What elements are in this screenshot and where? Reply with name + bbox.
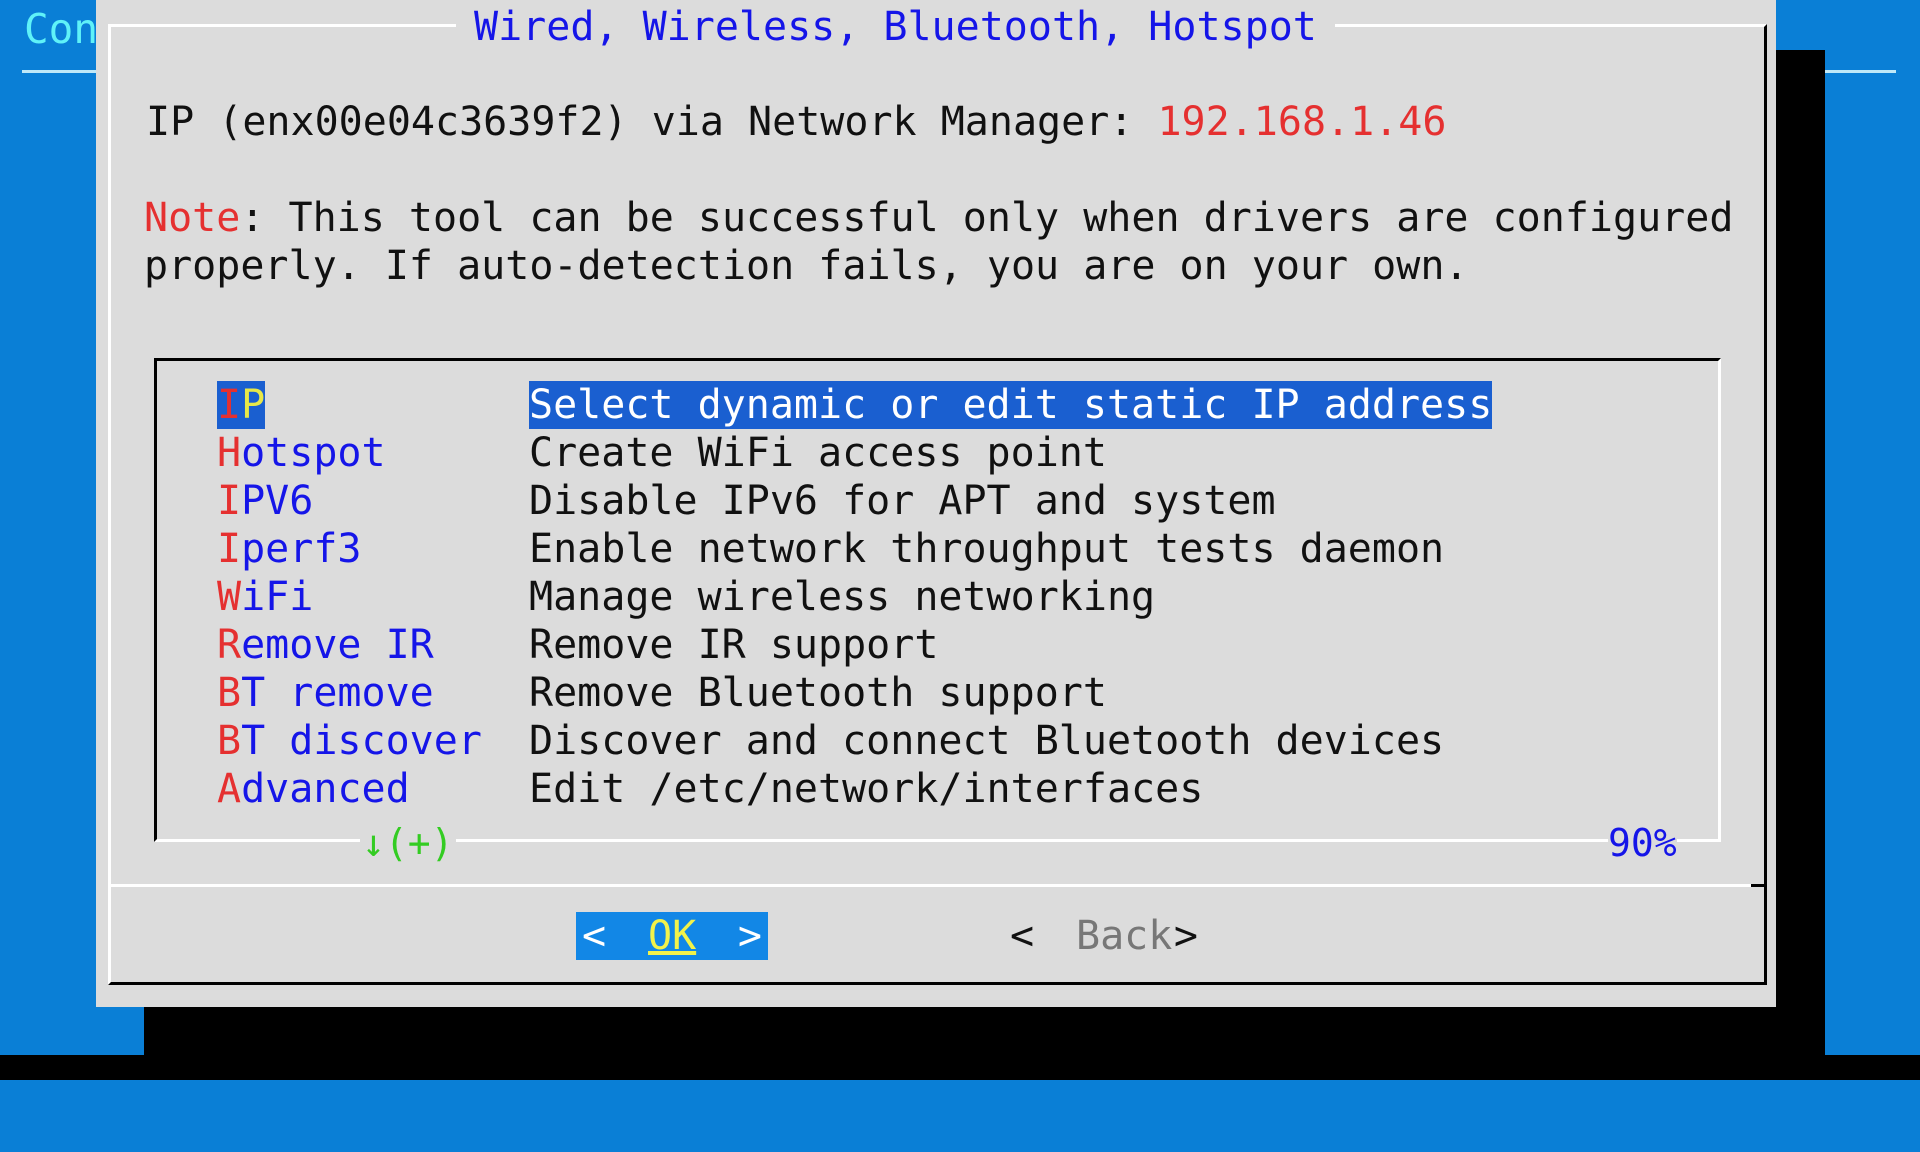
ok-button-label: OK xyxy=(648,913,697,959)
menu-item-description: Remove IR support xyxy=(529,622,939,668)
menu-item-tag: WiFi xyxy=(217,574,314,620)
menu-item-ip[interactable]: IP Select dynamic or edit static IP addr… xyxy=(157,381,1657,429)
menu-item-description: Edit /etc/network/interfaces xyxy=(529,766,1204,812)
note-label: Note xyxy=(144,195,241,241)
menu-item-description: Manage wireless networking xyxy=(529,574,1156,620)
menu-item-hotspot[interactable]: Hotspot Create WiFi access point xyxy=(157,429,1657,477)
note-text-1: : This tool can be successful only when … xyxy=(240,195,1734,241)
menu-item-tag: Iperf3 xyxy=(217,526,362,572)
network-dialog: Wired, Wireless, Bluetooth, Hotspot IP (… xyxy=(96,0,1776,1007)
background-title: Con xyxy=(24,5,99,53)
menu-item-advanced[interactable]: Advanced Edit /etc/network/interfaces xyxy=(157,765,1657,813)
back-button[interactable]: < Back > xyxy=(1004,912,1204,960)
back-button-left-bracket: < xyxy=(1010,913,1035,959)
menu-item-description: Discover and connect Bluetooth devices xyxy=(529,718,1445,764)
ip-info-label: IP (enx00e04c3639f2) via Network Manager… xyxy=(146,99,1158,145)
menu-item-bt-discover[interactable]: BT discover Discover and connect Bluetoo… xyxy=(157,717,1657,765)
menu-item-iperf3[interactable]: Iperf3 Enable network throughput tests d… xyxy=(157,525,1657,573)
scroll-percent: 90% xyxy=(1608,820,1677,866)
screen-bottom-bar xyxy=(0,1055,1920,1080)
ok-button-left-bracket: < xyxy=(582,913,607,959)
menu-item-tag: Remove IR xyxy=(217,622,434,668)
menu-item-description: Enable network throughput tests daemon xyxy=(529,526,1445,572)
menu-item-ipv6[interactable]: IPV6 Disable IPv6 for APT and system xyxy=(157,477,1657,525)
menu-item-tag: IPV6 xyxy=(217,478,314,524)
separator-shadow xyxy=(1751,884,1764,887)
menu-item-bt-remove[interactable]: BT remove Remove Bluetooth support xyxy=(157,669,1657,717)
menu-list: IP Select dynamic or edit static IP addr… xyxy=(154,358,1721,842)
ok-button-right-bracket: > xyxy=(737,913,762,959)
ip-info: IP (enx00e04c3639f2) via Network Manager… xyxy=(146,98,1446,146)
menu-item-description: Create WiFi access point xyxy=(529,430,1107,476)
menu-item-tag: BT remove xyxy=(217,670,434,716)
note-line-2: properly. If auto-detection fails, you a… xyxy=(144,243,1469,289)
back-button-right-bracket: > xyxy=(1173,913,1198,959)
menu-item-tag: IP xyxy=(217,381,266,429)
menu-item-tag: BT discover xyxy=(217,718,482,764)
menu-item-remove-ir[interactable]: Remove IR Remove IR support xyxy=(157,621,1657,669)
menu-item-description: Disable IPv6 for APT and system xyxy=(529,478,1276,524)
menu-item-description: Remove Bluetooth support xyxy=(529,670,1107,716)
scroll-down-indicator: ↓(+) xyxy=(360,820,456,866)
background-divider-left xyxy=(22,70,96,73)
menu-item-wifi[interactable]: WiFi Manage wireless networking xyxy=(157,573,1657,621)
ok-button[interactable]: < OK > xyxy=(576,912,768,960)
menu-item-tag: Hotspot xyxy=(217,430,386,476)
menu-item-description: Select dynamic or edit static IP address xyxy=(529,381,1493,429)
menu-item-tag: Advanced xyxy=(217,766,410,812)
dialog-title: Wired, Wireless, Bluetooth, Hotspot xyxy=(456,2,1335,52)
back-button-label: Back xyxy=(1076,913,1173,959)
button-area-separator xyxy=(111,884,1764,887)
ip-address: 192.168.1.46 xyxy=(1157,99,1447,145)
note-line-1: Note: This tool can be successful only w… xyxy=(144,194,1733,242)
